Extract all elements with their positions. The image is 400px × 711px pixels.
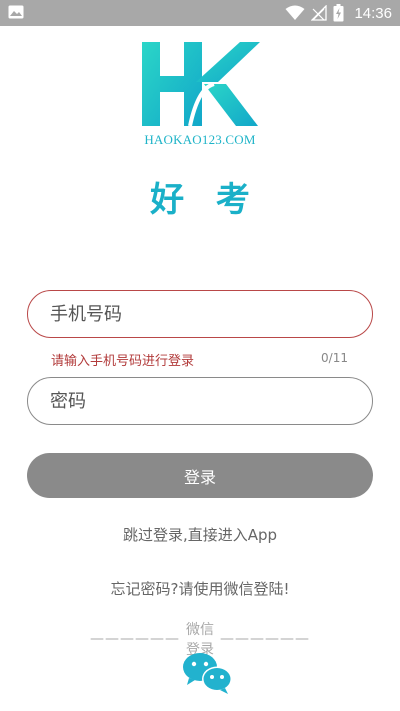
phone-char-counter: 0/11 — [321, 351, 348, 365]
signal-icon — [311, 5, 328, 21]
brand-name: 好 考 — [150, 180, 260, 220]
status-icons: 14:36 — [285, 2, 392, 24]
status-time: 14:36 — [354, 4, 392, 22]
hk-logo — [142, 42, 260, 127]
divider-line-left: —————— — [90, 631, 180, 647]
forgot-password-link[interactable]: 忘记密码?请使用微信登陆! — [50, 578, 350, 599]
image-icon — [8, 5, 24, 19]
divider-line-right: —————— — [220, 631, 310, 647]
wechat-icon[interactable] — [181, 651, 233, 695]
logo-site-text: HAOKAO123.COM — [144, 132, 256, 147]
phone-error-text: 请输入手机号码进行登录 — [51, 354, 195, 369]
status-bar: 14:36 — [0, 0, 400, 26]
skip-login-link[interactable]: 跳过登录,直接进入App — [50, 524, 350, 545]
password-input[interactable] — [50, 378, 350, 424]
login-button[interactable]: 登录 — [27, 453, 373, 498]
password-field[interactable] — [27, 377, 373, 425]
battery-charging-icon — [333, 4, 344, 22]
wifi-icon — [285, 5, 305, 20]
phone-input[interactable] — [50, 291, 350, 337]
phone-field[interactable] — [27, 290, 373, 338]
